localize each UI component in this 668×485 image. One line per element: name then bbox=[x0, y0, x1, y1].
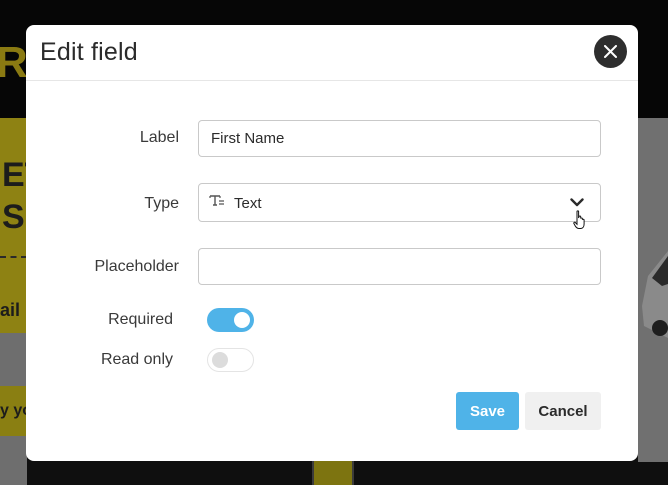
edit-field-dialog: Edit field Label Type Text Placeholder R… bbox=[26, 25, 638, 461]
placeholder-input[interactable] bbox=[198, 248, 601, 285]
read-only-field-label: Read only bbox=[100, 351, 173, 368]
background-bottom-tab bbox=[312, 461, 354, 485]
label-input[interactable] bbox=[198, 120, 601, 157]
save-button[interactable]: Save bbox=[456, 392, 519, 430]
read-only-toggle[interactable] bbox=[207, 348, 254, 372]
background-logo-fragment: R bbox=[0, 38, 28, 87]
background-email-fragment: ail bbox=[0, 300, 21, 320]
cancel-button[interactable]: Cancel bbox=[525, 392, 601, 430]
required-toggle[interactable] bbox=[207, 308, 254, 332]
text-field-icon bbox=[209, 195, 224, 206]
dialog-header: Edit field bbox=[26, 25, 638, 81]
close-icon bbox=[604, 45, 617, 58]
toggle-knob bbox=[212, 352, 228, 368]
type-field-label: Type bbox=[144, 195, 179, 212]
toggle-knob bbox=[234, 312, 250, 328]
placeholder-field-label: Placeholder bbox=[94, 258, 180, 275]
background-dashed-divider bbox=[0, 256, 27, 258]
label-field-label: Label bbox=[139, 129, 179, 146]
dialog-title: Edit field bbox=[40, 38, 138, 66]
chevron-down-icon bbox=[570, 198, 584, 207]
required-field-label: Required bbox=[108, 311, 173, 328]
close-button[interactable] bbox=[594, 35, 627, 68]
type-select-value: Text bbox=[234, 195, 262, 212]
background-car-image bbox=[642, 251, 668, 338]
hand-pointer-cursor-icon bbox=[573, 210, 585, 229]
type-select[interactable]: Text bbox=[198, 183, 601, 229]
